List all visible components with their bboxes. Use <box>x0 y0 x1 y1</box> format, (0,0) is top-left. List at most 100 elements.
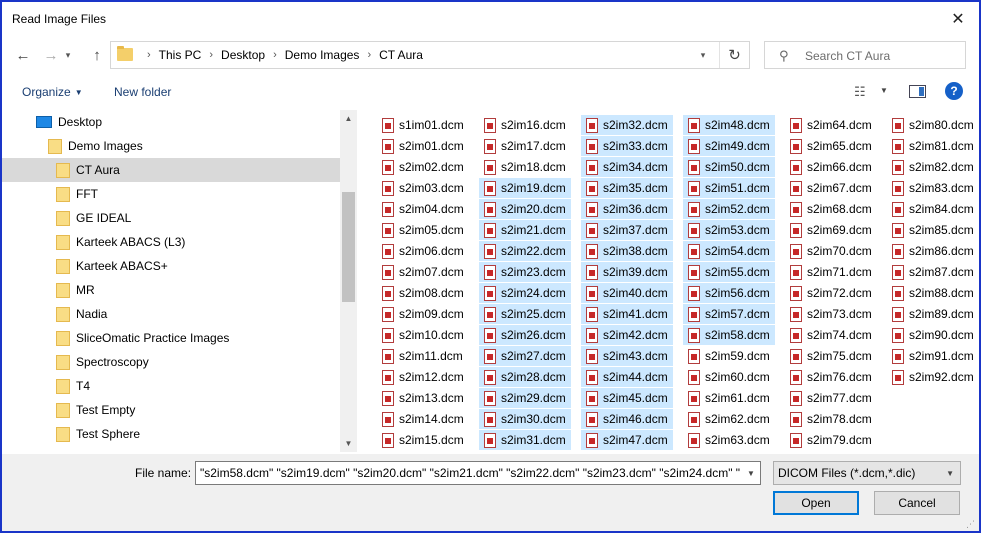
file-item[interactable]: s2im41.dcm <box>581 304 673 324</box>
file-item[interactable]: s2im38.dcm <box>581 241 673 261</box>
resize-grip-icon[interactable]: ⋰ <box>966 519 975 530</box>
file-item[interactable]: s2im06.dcm <box>377 241 469 261</box>
tree-item[interactable]: SliceOmatic Practice Images <box>2 326 340 350</box>
file-item[interactable]: s2im70.dcm <box>785 241 877 261</box>
file-item[interactable]: s2im84.dcm <box>887 199 979 219</box>
file-item[interactable]: s2im66.dcm <box>785 157 877 177</box>
file-item[interactable]: s2im50.dcm <box>683 157 775 177</box>
up-arrow-icon[interactable]: ↑ <box>86 44 108 66</box>
breadcrumb-separator-icon[interactable]: › <box>147 49 151 61</box>
breadcrumb-item[interactable]: CT Aura <box>379 48 423 62</box>
search-input[interactable]: ⚲ Search CT Aura <box>764 41 966 69</box>
file-item[interactable]: s2im71.dcm <box>785 262 877 282</box>
file-item[interactable]: s2im27.dcm <box>479 346 571 366</box>
file-item[interactable]: s2im29.dcm <box>479 388 571 408</box>
file-item[interactable]: s2im65.dcm <box>785 136 877 156</box>
file-item[interactable]: s2im49.dcm <box>683 136 775 156</box>
file-item[interactable]: s2im83.dcm <box>887 178 979 198</box>
tree-item[interactable]: Test Sphere <box>2 422 340 446</box>
file-item[interactable]: s2im55.dcm <box>683 262 775 282</box>
file-item[interactable]: s2im68.dcm <box>785 199 877 219</box>
file-item[interactable]: s2im22.dcm <box>479 241 571 261</box>
file-item[interactable]: s2im04.dcm <box>377 199 469 219</box>
breadcrumb-item[interactable]: Demo Images <box>285 48 360 62</box>
view-options-icon[interactable]: ☷ <box>854 84 866 100</box>
file-item[interactable]: s2im77.dcm <box>785 388 877 408</box>
cancel-button[interactable]: Cancel <box>874 491 960 515</box>
tree-item[interactable]: Test Empty <box>2 398 340 422</box>
organize-button[interactable]: Organize ▼ <box>22 85 83 99</box>
file-item[interactable]: s2im43.dcm <box>581 346 673 366</box>
scroll-down-icon[interactable]: ▼ <box>340 435 357 452</box>
file-item[interactable]: s2im91.dcm <box>887 346 979 366</box>
file-type-select[interactable]: DICOM Files (*.dcm,*.dic) ▼ <box>773 461 961 485</box>
file-item[interactable]: s2im92.dcm <box>887 367 979 387</box>
close-button[interactable]: ✕ <box>943 6 973 32</box>
file-item[interactable]: s2im59.dcm <box>683 346 775 366</box>
file-item[interactable]: s2im44.dcm <box>581 367 673 387</box>
file-item[interactable]: s2im90.dcm <box>887 325 979 345</box>
file-item[interactable]: s2im20.dcm <box>479 199 571 219</box>
file-item[interactable]: s2im81.dcm <box>887 136 979 156</box>
file-name-dropdown-chevron-icon[interactable]: ▼ <box>742 462 760 484</box>
file-item[interactable]: s2im57.dcm <box>683 304 775 324</box>
file-name-input[interactable]: "s2im58.dcm" "s2im19.dcm" "s2im20.dcm" "… <box>195 461 761 485</box>
file-item[interactable]: s2im34.dcm <box>581 157 673 177</box>
file-item[interactable]: s2im05.dcm <box>377 220 469 240</box>
file-item[interactable]: s2im73.dcm <box>785 304 877 324</box>
file-item[interactable]: s2im82.dcm <box>887 157 979 177</box>
file-item[interactable]: s2im67.dcm <box>785 178 877 198</box>
file-item[interactable]: s2im76.dcm <box>785 367 877 387</box>
breadcrumb-item[interactable]: Desktop <box>221 48 265 62</box>
tree-item[interactable]: Nadia <box>2 302 340 326</box>
tree-item[interactable]: Desktop <box>2 110 340 134</box>
file-item[interactable]: s2im40.dcm <box>581 283 673 303</box>
file-item[interactable]: s2im45.dcm <box>581 388 673 408</box>
file-item[interactable]: s2im12.dcm <box>377 367 469 387</box>
file-item[interactable]: s2im31.dcm <box>479 430 571 450</box>
scroll-up-icon[interactable]: ▲ <box>340 110 357 127</box>
file-item[interactable]: s2im47.dcm <box>581 430 673 450</box>
file-item[interactable]: s2im26.dcm <box>479 325 571 345</box>
file-item[interactable]: s2im79.dcm <box>785 430 877 450</box>
tree-item[interactable]: Spectroscopy <box>2 350 340 374</box>
file-item[interactable]: s2im35.dcm <box>581 178 673 198</box>
view-chevron-down-icon[interactable]: ▼ <box>880 86 888 95</box>
file-item[interactable]: s2im46.dcm <box>581 409 673 429</box>
file-item[interactable]: s2im08.dcm <box>377 283 469 303</box>
file-item[interactable]: s2im61.dcm <box>683 388 775 408</box>
breadcrumb-separator-icon[interactable]: › <box>209 49 213 61</box>
file-item[interactable]: s2im24.dcm <box>479 283 571 303</box>
file-item[interactable]: s2im60.dcm <box>683 367 775 387</box>
file-item[interactable]: s2im15.dcm <box>377 430 469 450</box>
breadcrumb-item[interactable]: This PC <box>159 48 202 62</box>
file-item[interactable]: s2im32.dcm <box>581 115 673 135</box>
file-item[interactable]: s2im87.dcm <box>887 262 979 282</box>
file-item[interactable]: s2im80.dcm <box>887 115 979 135</box>
file-item[interactable]: s2im78.dcm <box>785 409 877 429</box>
help-icon[interactable]: ? <box>945 82 963 100</box>
file-item[interactable]: s2im14.dcm <box>377 409 469 429</box>
file-item[interactable]: s2im37.dcm <box>581 220 673 240</box>
file-item[interactable]: s2im25.dcm <box>479 304 571 324</box>
file-item[interactable]: s2im16.dcm <box>479 115 571 135</box>
tree-item[interactable]: Karteek ABACS (L3) <box>2 230 340 254</box>
file-item[interactable]: s2im56.dcm <box>683 283 775 303</box>
breadcrumb-separator-icon[interactable]: › <box>273 49 277 61</box>
back-arrow-icon[interactable]: ← <box>12 44 34 66</box>
refresh-icon[interactable]: ↻ <box>719 42 749 68</box>
file-item[interactable]: s2im33.dcm <box>581 136 673 156</box>
file-item[interactable]: s2im02.dcm <box>377 157 469 177</box>
file-item[interactable]: s2im62.dcm <box>683 409 775 429</box>
file-item[interactable]: s2im88.dcm <box>887 283 979 303</box>
file-item[interactable]: s2im21.dcm <box>479 220 571 240</box>
preview-pane-icon[interactable] <box>909 85 926 98</box>
scroll-thumb[interactable] <box>342 192 355 302</box>
file-item[interactable]: s2im48.dcm <box>683 115 775 135</box>
file-item[interactable]: s2im89.dcm <box>887 304 979 324</box>
file-item[interactable]: s2im75.dcm <box>785 346 877 366</box>
file-item[interactable]: s2im74.dcm <box>785 325 877 345</box>
file-item[interactable]: s2im36.dcm <box>581 199 673 219</box>
forward-arrow-icon[interactable]: → <box>40 44 62 66</box>
file-item[interactable]: s2im10.dcm <box>377 325 469 345</box>
